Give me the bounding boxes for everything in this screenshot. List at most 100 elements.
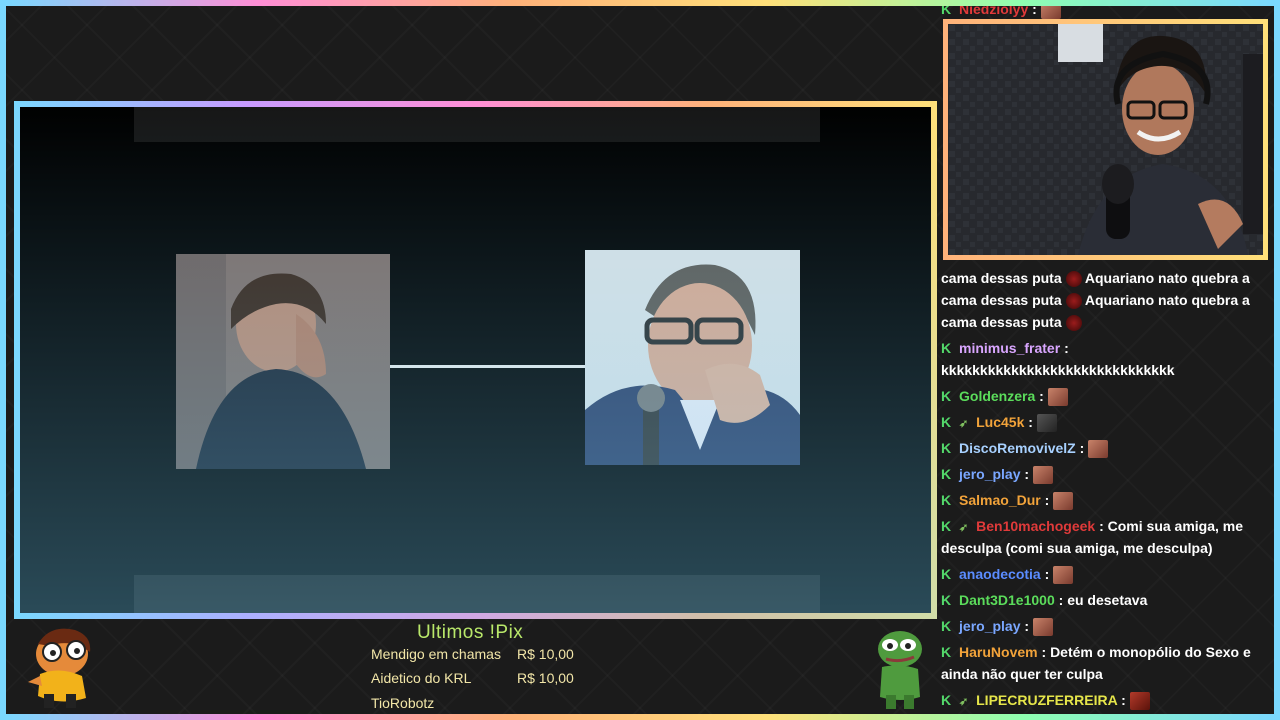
chat-message: K ➶ LIPECRUZFERREIRA : [941,689,1261,713]
connector-line [390,365,585,368]
chat-message-continuation: desculpa (comi sua amiga, me desculpa) [941,537,1261,559]
chat-text: kkkkkkkkkkkkkkkkkkkkkkkkkkkkkk [941,362,1175,378]
chat-username[interactable]: minimus_frater [959,340,1060,356]
chat-separator: : [1121,692,1130,708]
chat-separator: : [1024,618,1033,634]
sub-badge-icon: ➶ [959,696,969,708]
chat-username[interactable]: Dant3D1e1000 [959,592,1055,608]
chat-username[interactable]: Ben10machogeek [976,518,1095,534]
chat-separator: : [1058,592,1068,608]
chat-username[interactable]: anaodecotia [959,566,1041,582]
pix-amount: R$ 10,00 [517,670,574,686]
chat-message: K HaruNovem : Detém o monopólio do Sexo … [941,641,1261,663]
chat-message: K ➶ Luc45k : [941,411,1261,435]
chat-username[interactable]: jero_play [959,466,1020,482]
moderator-badge-icon: K [941,518,952,534]
chat-separator: : [1099,518,1108,534]
chat-message: K anaodecotia : [941,563,1261,585]
chat-separator: : [1079,440,1089,456]
emote-icon [1047,388,1068,407]
letterbox-bottom [134,575,820,613]
chat-username[interactable]: DiscoRemovivelZ [959,440,1076,456]
moderator-badge-icon: K [941,566,952,582]
chat-message: K minimus_frater : [941,337,1261,359]
emote-icon [1065,293,1082,310]
moderator-badge-icon: K [941,340,952,356]
sub-badge-icon: ➶ [959,522,969,534]
person-portrait-icon [176,254,390,469]
mascot-icon [20,624,102,710]
chat-separator: : [1024,466,1033,482]
chat-message: K jero_play : [941,463,1261,485]
emote-icon [1065,271,1082,288]
chat-message: K Dant3D1e1000 : eu desetava [941,589,1261,611]
moderator-badge-icon: K [941,592,952,608]
chat-message-continuation: cama dessas puta Aquariano nato quebra a [941,267,1261,289]
chat-username[interactable]: Niedziolyy [959,1,1028,17]
emote-icon [1053,566,1074,585]
chat-username[interactable]: jero_play [959,618,1020,634]
chat-separator: : [1039,388,1048,404]
pix-donor-name: Aidetico do KRL [371,670,472,686]
chat-message-continuation: cama dessas puta Aquariano nato quebra a [941,289,1261,311]
pix-donor-name: TioRobotz [371,695,435,711]
chat-message: K jero_play : [941,615,1261,637]
chat-message-continuation: kkkkkkkkkkkkkkkkkkkkkkkkkkkkkk [941,359,1261,381]
speaker-portrait-icon [585,250,800,465]
pix-title: Ultimos !Pix [417,622,524,643]
chat-text: Comi sua amiga, me [1107,518,1244,534]
chat-username[interactable]: LIPECRUZFERREIRA [976,692,1117,708]
chat-message: K Salmao_Dur : [941,489,1261,511]
chat-message-continuation: cama dessas puta [941,311,1261,333]
chat-panel: K Niedziolyy : cama dessas puta Aquarian… [941,0,1263,720]
letterbox-top [134,107,820,142]
chat-text: Aquariano nato quebra a [1084,292,1250,308]
chat-text: eu desetava [1067,592,1148,608]
chat-text: desculpa (comi sua amiga, me desculpa) [941,540,1213,556]
frog-mascot-icon [872,627,930,711]
chat-username[interactable]: Goldenzera [959,388,1035,404]
emote-icon [1032,618,1053,637]
moderator-badge-icon: K [941,492,952,508]
moderator-badge-icon: K [941,1,952,17]
chat-text: cama dessas puta [941,270,1062,286]
emote-icon [1088,440,1109,459]
emote-icon [1032,466,1053,485]
chat-username[interactable]: HaruNovem [959,644,1038,660]
pix-donor-name: Mendigo em chamas [371,646,501,662]
chat-text: cama dessas puta [941,292,1062,308]
chat-separator: : [1064,340,1069,356]
chat-message: K ➶ Ben10machogeek : Comi sua amiga, me [941,515,1261,539]
chat-message: K Niedziolyy : [941,0,1261,20]
chat-message: K DiscoRemovivelZ : [941,437,1261,459]
sub-badge-icon: ➶ [959,418,969,430]
moderator-badge-icon: K [941,644,952,660]
chat-username[interactable]: Luc45k [976,414,1024,430]
chat-text: ainda não quer ter culpa [941,666,1103,682]
video-frame [14,101,937,619]
chat-message-continuation: ainda não quer ter culpa [941,663,1261,685]
chat-text: Detém o monopólio do Sexo e [1050,644,1251,660]
chat-username[interactable]: Salmao_Dur [959,492,1041,508]
emote-icon [1040,1,1061,20]
moderator-badge-icon: K [941,466,952,482]
emote-icon [1129,692,1150,711]
chat-separator: : [1044,566,1054,582]
chat-separator: : [1041,644,1051,660]
emote-icon [1065,315,1082,332]
emote-icon [1036,414,1057,433]
chat-separator: : [1044,492,1054,508]
moderator-badge-icon: K [941,618,952,634]
moderator-badge-icon: K [941,440,952,456]
chat-message: K Goldenzera : [941,385,1261,407]
chat-text: cama dessas puta [941,314,1062,330]
moderator-badge-icon: K [941,388,952,404]
emote-icon [1053,492,1074,511]
video-player[interactable] [20,107,931,613]
moderator-badge-icon: K [941,692,952,708]
chat-separator: : [1032,1,1041,17]
chat-separator: : [1028,414,1037,430]
pix-amount: R$ 10,00 [517,646,574,662]
chat-text: Aquariano nato quebra a [1084,270,1250,286]
moderator-badge-icon: K [941,414,952,430]
